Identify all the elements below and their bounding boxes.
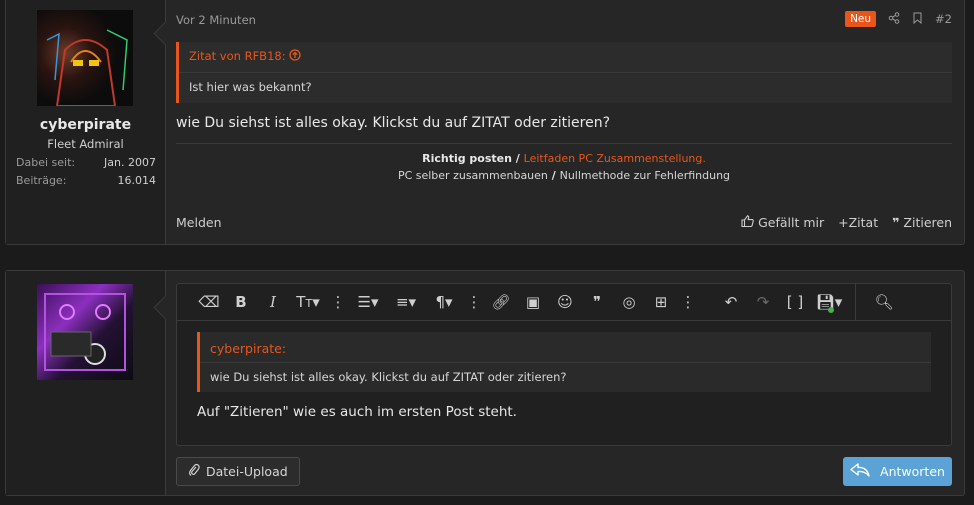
quote-button[interactable]: +Zitat xyxy=(838,215,878,230)
user-title: Fleet Admiral xyxy=(47,137,124,151)
sig-separator: / xyxy=(547,169,560,182)
post-main: Vor 2 Minuten Neu #2 Zitat von RFB18: Is… xyxy=(176,0,952,244)
quote-header: cyberpirate: xyxy=(210,341,287,356)
quote-divider xyxy=(179,72,952,73)
bold-icon[interactable]: B xyxy=(225,293,257,311)
redo-icon[interactable]: ↷ xyxy=(747,293,779,311)
signature-line-2: PC selber zusammenbauen / Nullmethode zu… xyxy=(176,167,952,184)
share-icon[interactable] xyxy=(888,11,900,27)
post-time[interactable]: Vor 2 Minuten xyxy=(176,13,256,27)
post-pointer xyxy=(153,21,178,46)
toolbar-divider xyxy=(855,283,856,321)
footer-actions: Gefällt mir +Zitat ❞ Zitieren xyxy=(741,215,952,230)
post-actions: Neu #2 xyxy=(845,11,952,27)
editor-toolbar: ⌫ B I TT▾ ⋮ ☰▾ ≡▾ ¶▾ ⋮ 🔗︎ ▣ ☺ ❞ ◎ ⊞ ⋮ ↶ … xyxy=(177,283,951,321)
new-badge: Neu xyxy=(845,11,877,27)
avatar[interactable] xyxy=(37,10,133,106)
quick-reply: ⌫ B I TT▾ ⋮ ☰▾ ≡▾ ¶▾ ⋮ 🔗︎ ▣ ☺ ❞ ◎ ⊞ ⋮ ↶ … xyxy=(5,270,965,496)
like-button[interactable]: Gefällt mir xyxy=(741,215,824,230)
quote-body: Ist hier was bekannt? xyxy=(189,80,312,94)
upload-label: Datei-Upload xyxy=(206,464,288,479)
sig-link-build[interactable]: PC selber zusammenbauen xyxy=(398,169,548,182)
post-footer: Melden Gefällt mir +Zitat ❞ Zitieren xyxy=(176,215,952,230)
like-label: Gefällt mir xyxy=(758,215,825,230)
reply-arrow-icon xyxy=(850,463,870,480)
post-number[interactable]: #2 xyxy=(935,12,952,26)
reply-label: Antworten xyxy=(880,464,945,479)
eraser-icon[interactable]: ⌫ xyxy=(193,293,225,311)
signature: Richtig posten / Leitfaden PC Zusammenst… xyxy=(176,143,952,184)
table-icon[interactable]: ⊞ xyxy=(645,293,677,311)
post-2: cyberpirate Fleet Admiral Dabei seit: Ja… xyxy=(5,0,965,245)
reply-main: ⌫ B I TT▾ ⋮ ☰▾ ≡▾ ¶▾ ⋮ 🔗︎ ▣ ☺ ❞ ◎ ⊞ ⋮ ↶ … xyxy=(176,271,952,495)
more-icon[interactable]: ⋮ xyxy=(677,293,699,311)
user-pane: cyberpirate Fleet Admiral Dabei seit: Ja… xyxy=(6,0,178,244)
preview-icon[interactable]: 🔍︎ xyxy=(868,293,900,311)
stat-value: 16.014 xyxy=(117,174,157,187)
code-icon[interactable]: [ ] xyxy=(779,293,811,311)
username[interactable]: cyberpirate xyxy=(6,117,165,133)
sig-link-nullmethod[interactable]: Nullmethode zur Fehlerfindung xyxy=(560,169,730,182)
reply-button[interactable]: Antworten xyxy=(843,457,952,486)
image-icon[interactable]: ▣ xyxy=(517,293,549,311)
quote-header[interactable]: Zitat von RFB18: xyxy=(189,49,301,63)
post-message: wie Du siehst ist alles okay. Klickst du… xyxy=(176,115,611,131)
rich-text-editor[interactable]: ⌫ B I TT▾ ⋮ ☰▾ ≡▾ ¶▾ ⋮ 🔗︎ ▣ ☺ ❞ ◎ ⊞ ⋮ ↶ … xyxy=(176,283,952,446)
align-icon[interactable]: ≡▾ xyxy=(387,293,425,311)
thumbs-up-icon xyxy=(741,215,754,230)
quote-marks-icon: ❞ xyxy=(892,215,900,230)
cite-label: Zitieren xyxy=(903,215,952,230)
link-icon[interactable]: 🔗︎ xyxy=(485,293,517,311)
stat-value: Jan. 2007 xyxy=(104,156,156,169)
plus-icon: + xyxy=(838,215,849,230)
bookmark-icon[interactable] xyxy=(912,12,923,27)
avatar[interactable] xyxy=(37,284,133,380)
user-pane xyxy=(6,271,178,495)
paperclip-icon xyxy=(188,463,200,480)
draft-status-dot xyxy=(828,307,834,313)
sig-separator: / xyxy=(511,152,524,165)
spoiler-icon[interactable]: ◎ xyxy=(613,293,645,311)
drafts-icon[interactable]: 💾︎▾ xyxy=(811,293,847,313)
sig-link-guide[interactable]: Leitfaden PC Zusammenstellung. xyxy=(524,152,706,165)
stat-joined: Dabei seit: Jan. 2007 xyxy=(16,156,156,169)
italic-icon[interactable]: I xyxy=(257,293,289,311)
post-pointer xyxy=(153,295,178,320)
quote-body: wie Du siehst ist alles okay. Klickst du… xyxy=(210,370,567,384)
stat-label: Beiträge: xyxy=(16,174,67,187)
arrow-up-circle-icon[interactable] xyxy=(289,49,301,63)
stat-posts: Beiträge: 16.014 xyxy=(16,174,156,187)
editor-quote-block: cyberpirate: wie Du siehst ist alles oka… xyxy=(197,332,931,392)
signature-line-1: Richtig posten / Leitfaden PC Zusammenst… xyxy=(176,150,952,167)
quote-label: Zitat xyxy=(848,215,879,230)
paragraph-icon[interactable]: ¶▾ xyxy=(425,293,463,311)
quote-author[interactable]: Zitat von RFB18: xyxy=(189,49,286,63)
stat-label: Dabei seit: xyxy=(16,156,76,169)
more-icon[interactable]: ⋮ xyxy=(327,293,349,311)
quote-divider xyxy=(200,362,931,363)
smiley-icon[interactable]: ☺ xyxy=(549,293,581,311)
report-link[interactable]: Melden xyxy=(176,215,222,230)
sig-link-rules[interactable]: Richtig posten xyxy=(422,152,512,165)
list-icon[interactable]: ☰▾ xyxy=(349,293,387,311)
file-upload-button[interactable]: Datei-Upload xyxy=(176,457,300,486)
text-size-icon[interactable]: TT▾ xyxy=(289,293,327,311)
editor-text[interactable]: Auf "Zitieren" wie es auch im ersten Pos… xyxy=(197,404,517,420)
cite-button[interactable]: ❞ Zitieren xyxy=(892,215,952,230)
more-icon[interactable]: ⋮ xyxy=(463,293,485,311)
quote-block: Zitat von RFB18: Ist hier was bekannt? xyxy=(176,42,952,103)
quote-icon[interactable]: ❞ xyxy=(581,293,613,311)
undo-icon[interactable]: ↶ xyxy=(715,293,747,311)
